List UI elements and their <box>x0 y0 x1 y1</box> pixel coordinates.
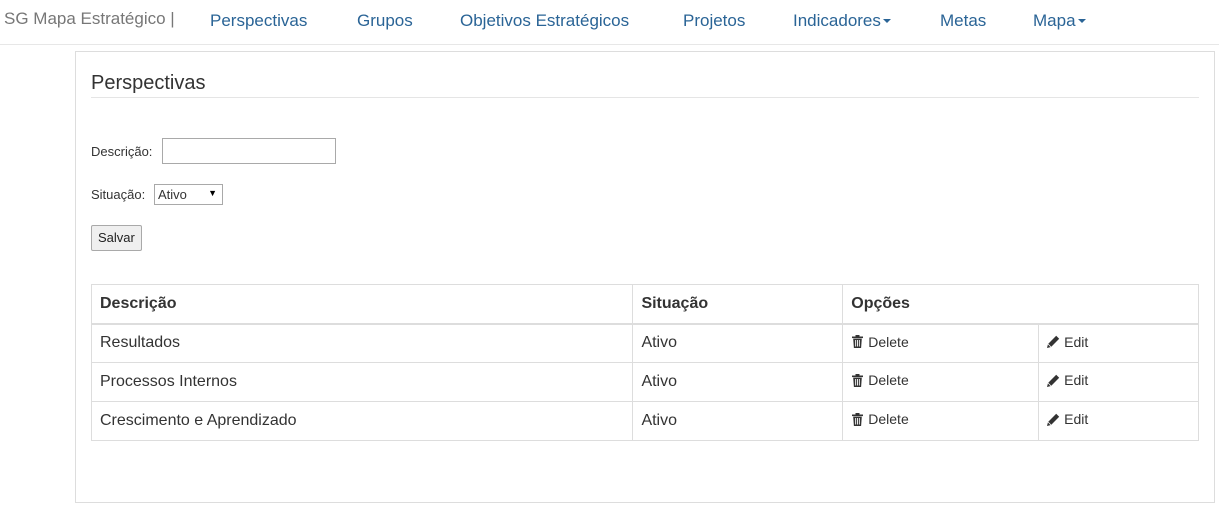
nav-indicadores-label: Indicadores <box>793 11 881 30</box>
page-title: Perspectivas <box>91 72 206 94</box>
caret-down-icon <box>882 18 891 23</box>
nav-perspectivas[interactable]: Perspectivas <box>210 11 307 31</box>
edit-label: Edit <box>1064 411 1089 428</box>
header-descricao: Descrição <box>90 284 634 325</box>
nav-projetos[interactable]: Projetos <box>683 11 745 31</box>
cell-situacao: Ativo <box>632 401 844 441</box>
cell-delete: Delete <box>842 362 1040 402</box>
navbar: SG Mapa Estratégico | Perspectivas Grupo… <box>0 0 1219 45</box>
delete-button[interactable]: Delete <box>851 333 909 350</box>
table-header-row: Descrição Situação Opções <box>90 284 1199 325</box>
delete-button[interactable]: Delete <box>851 411 909 428</box>
header-opcoes: Opções <box>842 284 1199 325</box>
title-divider <box>91 97 1199 98</box>
perspectivas-table: Descrição Situação Opções Resultados Ati… <box>90 284 1199 441</box>
cell-delete: Delete <box>842 323 1040 363</box>
descricao-input[interactable] <box>162 138 336 164</box>
cell-descricao: Resultados <box>90 323 634 363</box>
nav-indicadores-dropdown[interactable]: Indicadores <box>793 11 891 31</box>
save-button[interactable]: Salvar <box>91 225 142 251</box>
edit-label: Edit <box>1064 333 1089 350</box>
cell-situacao: Ativo <box>632 362 844 402</box>
situacao-selected-value: Ativo <box>158 187 187 202</box>
situacao-select[interactable]: Ativo ▼ <box>154 184 223 205</box>
edit-button[interactable]: Edit <box>1047 334 1088 350</box>
nav-mapa-label: Mapa <box>1033 11 1076 30</box>
table-row: Processos Internos Ativo Delete Edit <box>90 362 1199 402</box>
situacao-label: Situação: <box>91 187 146 202</box>
trash-icon <box>852 412 864 426</box>
header-situacao: Situação <box>632 284 844 325</box>
delete-button[interactable]: Delete <box>851 372 909 389</box>
nav-mapa-dropdown[interactable]: Mapa <box>1033 11 1086 31</box>
nav-metas[interactable]: Metas <box>940 11 986 31</box>
nav-grupos[interactable]: Grupos <box>357 11 413 31</box>
cell-edit: Edit <box>1038 401 1199 441</box>
edit-label: Edit <box>1064 372 1089 389</box>
caret-down-icon <box>1077 18 1086 23</box>
cell-descricao: Crescimento e Aprendizado <box>90 401 634 441</box>
delete-label: Delete <box>868 372 909 389</box>
cell-descricao: Processos Internos <box>90 362 634 402</box>
brand-title[interactable]: SG Mapa Estratégico | <box>4 9 175 29</box>
cell-edit: Edit <box>1038 362 1199 402</box>
descricao-label: Descrição: <box>91 144 153 159</box>
content-panel: Perspectivas Descrição: Situação: Ativo … <box>75 51 1215 503</box>
cell-delete: Delete <box>842 401 1040 441</box>
delete-label: Delete <box>868 411 909 428</box>
delete-label: Delete <box>868 333 909 350</box>
dropdown-arrow-icon: ▼ <box>208 188 217 198</box>
nav-objetivos-estrategicos[interactable]: Objetivos Estratégicos <box>460 11 629 31</box>
pencil-icon <box>1047 413 1060 426</box>
cell-situacao: Ativo <box>632 323 844 363</box>
pencil-icon <box>1047 335 1060 348</box>
edit-button[interactable]: Edit <box>1047 411 1088 427</box>
cell-edit: Edit <box>1038 323 1199 363</box>
edit-button[interactable]: Edit <box>1047 372 1088 388</box>
table-row: Resultados Ativo Delete Edit <box>90 323 1199 363</box>
trash-icon <box>852 335 864 348</box>
trash-icon <box>852 373 864 387</box>
table-row: Crescimento e Aprendizado Ativo Delete E… <box>90 401 1199 441</box>
pencil-icon <box>1047 374 1060 387</box>
